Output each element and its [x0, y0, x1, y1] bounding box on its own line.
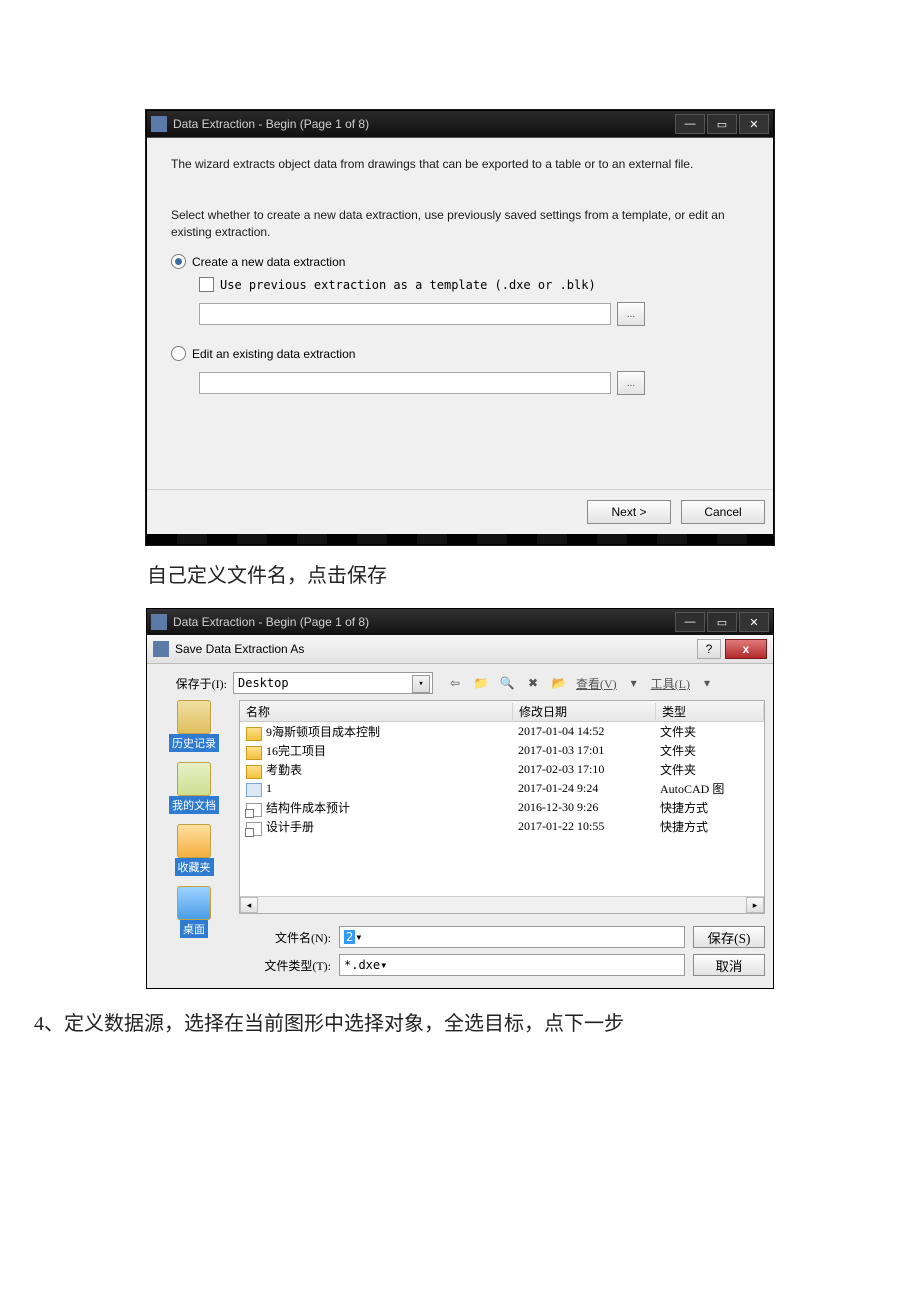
search-icon[interactable]: 🔍: [497, 673, 517, 693]
maximize-button[interactable]: ▭: [707, 612, 737, 632]
app-icon: [153, 641, 169, 657]
filetype-combo[interactable]: *.dxe ▾: [339, 954, 685, 976]
file-row[interactable]: 12017-01-24 9:24AutoCAD 图: [240, 779, 764, 798]
dropdown-icon[interactable]: ▾: [380, 958, 387, 972]
documents-icon: [177, 762, 211, 796]
history-icon: [177, 700, 211, 734]
places-label: 收藏夹: [175, 858, 214, 876]
modal-close-button[interactable]: x: [725, 639, 767, 659]
places-favorites[interactable]: 收藏夹: [175, 824, 214, 876]
col-type[interactable]: 类型: [656, 703, 764, 720]
document-caption-2: 4、定义数据源，选择在当前图形中选择对象，全选目标，点下一步: [34, 1007, 774, 1041]
radio-icon[interactable]: [171, 254, 186, 269]
folder-icon: [246, 727, 262, 741]
dwg-icon: [246, 783, 262, 797]
close-button[interactable]: ✕: [739, 114, 769, 134]
modal-titlebar[interactable]: Save Data Extraction As ? x: [147, 635, 773, 664]
app-icon: [151, 116, 167, 132]
edit-path-input[interactable]: [199, 372, 611, 394]
cancel-button[interactable]: Cancel: [681, 500, 765, 524]
wizard-window-2: Data Extraction - Begin (Page 1 of 8) — …: [146, 608, 774, 989]
minimize-button[interactable]: —: [675, 114, 705, 134]
file-row[interactable]: 16完工项目2017-01-03 17:01文件夹: [240, 741, 764, 760]
folder-icon: [246, 765, 262, 779]
dropdown-icon[interactable]: ▾: [697, 673, 717, 693]
file-list-header[interactable]: 名称 修改日期 类型: [240, 701, 764, 722]
up-icon[interactable]: 📁: [471, 673, 491, 693]
window-title: Data Extraction - Begin (Page 1 of 8): [173, 117, 675, 131]
file-row[interactable]: 9海斯顿项目成本控制2017-01-04 14:52文件夹: [240, 722, 764, 741]
view-menu[interactable]: 查看(V): [575, 673, 618, 693]
window-title: Data Extraction - Begin (Page 1 of 8): [173, 615, 675, 629]
col-date[interactable]: 修改日期: [513, 703, 656, 720]
lnk-icon: [246, 822, 262, 836]
save-in-value: Desktop: [238, 676, 289, 690]
radio-create-row[interactable]: Create a new data extraction: [171, 254, 749, 269]
places-desktop[interactable]: 桌面: [177, 886, 211, 938]
filename-label: 文件名(N):: [239, 929, 331, 946]
document-caption-1: 自己定义文件名，点击保存: [147, 559, 773, 588]
save-as-dialog: Save Data Extraction As ? x 保存于(I): Desk…: [147, 635, 773, 988]
places-label: 我的文档: [169, 796, 219, 814]
back-icon[interactable]: ⇦: [445, 673, 465, 693]
help-button[interactable]: ?: [697, 639, 721, 659]
template-path-input[interactable]: [199, 303, 611, 325]
scroll-left-icon[interactable]: ◂: [240, 897, 258, 913]
delete-icon[interactable]: ✖: [523, 673, 543, 693]
maximize-button[interactable]: ▭: [707, 114, 737, 134]
app-icon: [151, 614, 167, 630]
filename-input[interactable]: 2 ▾: [339, 926, 685, 948]
file-list[interactable]: 名称 修改日期 类型 9海斯顿项目成本控制2017-01-04 14:52文件夹…: [239, 700, 765, 914]
browse-edit-button[interactable]: ...: [617, 371, 645, 395]
filename-value: 2: [344, 930, 355, 944]
desktop-icon: [177, 886, 211, 920]
checkbox-template-label: Use previous extraction as a template (.…: [220, 278, 596, 292]
favorites-icon: [177, 824, 211, 858]
radio-create-label: Create a new data extraction: [192, 255, 345, 269]
lnk-icon: [246, 803, 262, 817]
minimize-button[interactable]: —: [675, 612, 705, 632]
save-button[interactable]: 保存(S): [693, 926, 765, 948]
browse-template-button[interactable]: ...: [617, 302, 645, 326]
checkbox-icon[interactable]: [199, 277, 214, 292]
file-row[interactable]: 考勤表2017-02-03 17:10文件夹: [240, 760, 764, 779]
save-in-label: 保存于(I):: [155, 675, 227, 692]
places-mydocs[interactable]: 我的文档: [169, 762, 219, 814]
titlebar[interactable]: Data Extraction - Begin (Page 1 of 8) — …: [147, 609, 773, 635]
places-history[interactable]: 历史记录: [169, 700, 219, 752]
radio-edit-row[interactable]: Edit an existing data extraction: [171, 346, 749, 361]
titlebar[interactable]: Data Extraction - Begin (Page 1 of 8) — …: [147, 111, 773, 137]
save-in-combo[interactable]: Desktop ▾: [233, 672, 433, 694]
wizard-window: Data Extraction - Begin (Page 1 of 8) — …: [146, 110, 774, 545]
dropdown-icon[interactable]: ▾: [412, 675, 430, 693]
radio-icon[interactable]: [171, 346, 186, 361]
checkbox-template-row[interactable]: Use previous extraction as a template (.…: [199, 277, 749, 292]
next-button[interactable]: Next >: [587, 500, 671, 524]
file-row[interactable]: 设计手册2017-01-22 10:55快捷方式: [240, 817, 764, 836]
dropdown-icon[interactable]: ▾: [624, 673, 644, 693]
col-name[interactable]: 名称: [240, 703, 513, 720]
places-label: 桌面: [180, 920, 208, 938]
file-row[interactable]: 结构件成本预计2016-12-30 9:26快捷方式: [240, 798, 764, 817]
newfolder-icon[interactable]: 📂: [549, 673, 569, 693]
filetype-label: 文件类型(T):: [239, 957, 331, 974]
scroll-right-icon[interactable]: ▸: [746, 897, 764, 913]
tools-menu[interactable]: 工具(L): [650, 673, 691, 693]
radio-edit-label: Edit an existing data extraction: [192, 347, 355, 361]
prompt-text: Select whether to create a new data extr…: [171, 207, 749, 241]
places-bar: 历史记录 我的文档 收藏夹 桌面: [155, 700, 233, 976]
places-label: 历史记录: [169, 734, 219, 752]
filetype-value: *.dxe: [344, 958, 380, 972]
cancel-button[interactable]: 取消: [693, 954, 765, 976]
h-scrollbar[interactable]: ◂ ▸: [240, 896, 764, 913]
close-button[interactable]: ✕: [739, 612, 769, 632]
folder-icon: [246, 746, 262, 760]
modal-title: Save Data Extraction As: [175, 642, 697, 656]
dropdown-icon[interactable]: ▾: [355, 930, 362, 944]
intro-text: The wizard extracts object data from dra…: [171, 156, 749, 173]
